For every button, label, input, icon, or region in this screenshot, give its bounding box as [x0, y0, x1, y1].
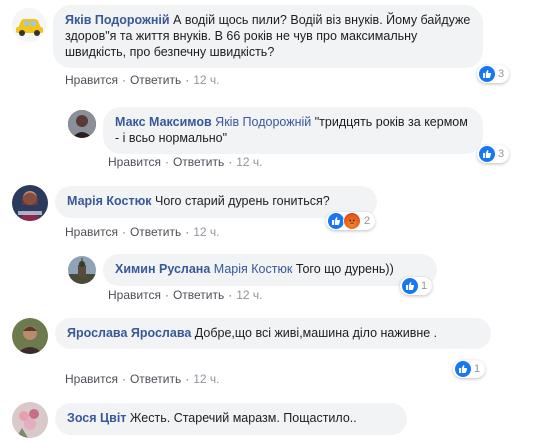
- car-avatar-icon: [12, 8, 46, 42]
- reply-link[interactable]: Ответить: [173, 155, 224, 169]
- comment-text: Чого старий дурень гониться?: [154, 194, 330, 208]
- person-avatar-icon: [68, 110, 96, 138]
- like-icon: [328, 213, 344, 229]
- like-link[interactable]: Нравится: [108, 288, 161, 302]
- like-icon: [402, 278, 418, 294]
- reaction-summary[interactable]: 3: [477, 65, 510, 83]
- reply-link[interactable]: Ответить: [130, 225, 181, 239]
- comment-bubble: Ярослава Ярослава Добре,що всі живі,маши…: [55, 318, 491, 349]
- timestamp[interactable]: 12 ч.: [236, 155, 262, 169]
- comment-author[interactable]: Макс Максимов: [115, 115, 212, 129]
- timestamp[interactable]: 12 ч.: [193, 73, 219, 87]
- comment-text: Добре,що всі живі,машина діло наживне .: [194, 326, 438, 340]
- reaction-count: 3: [498, 68, 505, 80]
- comment-author[interactable]: Химин Руслана: [115, 262, 210, 276]
- like-link[interactable]: Нравится: [65, 73, 118, 87]
- timestamp[interactable]: 12 ч.: [193, 225, 219, 239]
- like-link[interactable]: Нравится: [65, 372, 118, 386]
- comment-actions: Нравится · Ответить · 12 ч.: [65, 225, 220, 239]
- comment-bubble: Химин Руслана Марія Костюк Того що дурен…: [103, 254, 437, 286]
- comment-author[interactable]: Марія Костюк: [67, 194, 152, 208]
- person-avatar-icon: [12, 185, 48, 221]
- mention-link[interactable]: Яків Подорожній: [215, 115, 311, 129]
- reaction-count: 3: [498, 148, 505, 160]
- comment-actions: Нравится · Ответить · 12 ч.: [108, 155, 263, 169]
- church-avatar-icon: [68, 256, 96, 284]
- comment-bubble: Яків Подорожній А водій щось пили? Водій…: [53, 5, 483, 68]
- comment-actions: Нравится · Ответить · 12 ч.: [65, 73, 220, 87]
- comment-actions: Нравится · Ответить · 12 ч.: [108, 288, 263, 302]
- like-icon: [479, 66, 495, 82]
- reply-link[interactable]: Ответить: [130, 73, 181, 87]
- person-avatar-icon: [12, 318, 48, 354]
- reaction-summary[interactable]: 3: [477, 145, 510, 163]
- reaction-summary[interactable]: 1: [453, 360, 486, 378]
- timestamp[interactable]: 12 ч.: [236, 288, 262, 302]
- comment-bubble: Макс Максимов Яків Подорожній "тридцять …: [103, 107, 483, 154]
- like-icon: [455, 361, 471, 377]
- comment-author[interactable]: Ярослава Ярослава: [67, 326, 191, 340]
- angry-icon: [343, 212, 361, 230]
- reaction-count: 1: [474, 363, 481, 375]
- reaction-count: 2: [364, 215, 371, 227]
- comment-text: Того що дурень)): [295, 262, 394, 276]
- avatar[interactable]: [12, 402, 48, 438]
- flower-avatar-icon: [12, 402, 48, 438]
- reply-link[interactable]: Ответить: [173, 288, 224, 302]
- avatar[interactable]: [68, 256, 96, 284]
- comment-author[interactable]: Яків Подорожній: [65, 13, 170, 27]
- comment-actions: Нравится · Ответить · 12 ч.: [65, 372, 220, 386]
- avatar[interactable]: [12, 185, 48, 221]
- like-link[interactable]: Нравится: [108, 155, 161, 169]
- avatar[interactable]: [12, 318, 48, 354]
- comment-text: Жесть. Старечий маразм. Пощастило..: [129, 411, 357, 425]
- timestamp[interactable]: 12 ч.: [193, 372, 219, 386]
- comment-bubble: Зося Цвіт Жесть. Старечий маразм. Пощаст…: [55, 403, 407, 435]
- avatar[interactable]: [68, 110, 96, 138]
- mention-link[interactable]: Марія Костюк: [214, 262, 293, 276]
- reply-link[interactable]: Ответить: [130, 372, 181, 386]
- like-icon: [479, 146, 495, 162]
- reaction-count: 1: [421, 280, 428, 292]
- reaction-summary[interactable]: 2: [326, 212, 376, 230]
- reaction-summary[interactable]: 1: [400, 277, 433, 295]
- avatar[interactable]: [12, 8, 46, 42]
- like-link[interactable]: Нравится: [65, 225, 118, 239]
- comment-author[interactable]: Зося Цвіт: [67, 411, 126, 425]
